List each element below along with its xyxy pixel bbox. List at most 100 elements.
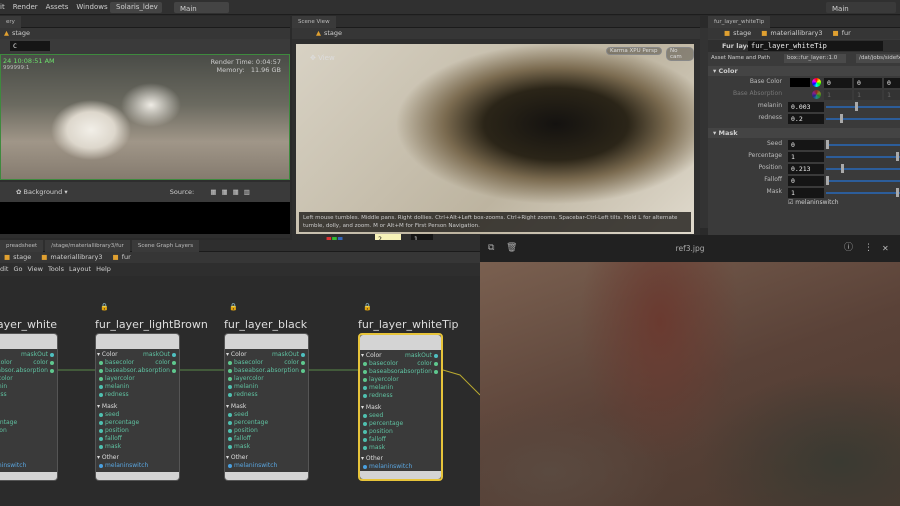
node-header[interactable] (225, 334, 308, 349)
asset-path-field[interactable]: /dat/jobs/sidefx (856, 54, 900, 63)
input-port[interactable]: melaninswitch (97, 462, 148, 470)
port-dot[interactable] (99, 368, 103, 373)
port-dot[interactable] (228, 463, 232, 468)
input-port[interactable]: layercolor (97, 375, 135, 383)
input-port[interactable]: layercolor (226, 375, 264, 383)
slider-knob[interactable] (826, 140, 829, 149)
vector-field[interactable]: 1 (824, 90, 852, 100)
node-fur_layer_white[interactable]: ▾ Colorbasecolorbaseabsor...layercolorme… (0, 333, 58, 481)
input-port[interactable]: redness (361, 392, 393, 400)
input-port[interactable]: mask (226, 443, 250, 451)
tab-scene-view[interactable]: Scene View (292, 16, 336, 28)
port-dot[interactable] (172, 352, 176, 357)
input-port[interactable]: basecolor (226, 359, 263, 367)
node-footer[interactable] (0, 472, 57, 480)
desktop-selector[interactable]: Solaris_ldev (110, 2, 162, 13)
path-stage[interactable]: ▲ stage (316, 29, 342, 37)
slider-knob[interactable] (896, 152, 899, 161)
port-dot[interactable] (228, 376, 232, 381)
port-dot[interactable] (363, 369, 367, 374)
param-slider[interactable] (826, 152, 900, 161)
param-slider[interactable] (826, 176, 900, 185)
node-fur_layer_whiteTip[interactable]: ▾ Color basecolor baseabsor... layercolor me… (358, 333, 443, 481)
input-port[interactable]: percentage (226, 419, 268, 427)
output-port[interactable]: absorption (138, 367, 178, 375)
menu-item[interactable]: Windows (76, 0, 107, 15)
port-dot[interactable] (363, 421, 367, 426)
port-dot[interactable] (228, 420, 232, 425)
color-section[interactable]: ▾ Color (708, 66, 900, 76)
viewport[interactable]: ✥ View Karma XPU Persp No cam Left mouse… (296, 44, 694, 234)
vector-field[interactable]: 0 (854, 78, 882, 88)
mask-section[interactable]: ▾ Mask (708, 128, 900, 138)
input-port[interactable]: seed (97, 411, 119, 419)
menu-item[interactable]: it (0, 0, 5, 15)
close-icon[interactable]: ✕ (882, 235, 889, 262)
input-port[interactable]: position (97, 427, 129, 435)
color-wheel-icon[interactable] (812, 78, 821, 87)
input-port[interactable]: melaninswitch (0, 462, 26, 470)
port-dot[interactable] (99, 412, 103, 417)
port-group-header[interactable]: ▾ Color (361, 352, 382, 360)
color-swatch[interactable] (790, 78, 810, 87)
port-group-header[interactable]: ▾ Color (226, 351, 247, 359)
port-dot[interactable] (228, 360, 232, 365)
menu-item[interactable]: Assets (46, 0, 69, 15)
node-footer[interactable] (360, 471, 441, 479)
input-port[interactable]: basecolor (97, 359, 134, 367)
input-port[interactable]: falloff (226, 435, 251, 443)
port-group-header[interactable]: ▾ Mask (97, 403, 117, 411)
tab-render-view[interactable]: ery (0, 16, 21, 28)
node-name-field[interactable]: fur_layer_whiteTip (748, 41, 883, 51)
path-stage[interactable]: ▲ stage (4, 29, 30, 37)
slider-knob[interactable] (896, 188, 899, 197)
port-dot[interactable] (363, 413, 367, 418)
slider-knob[interactable] (840, 114, 843, 123)
node-title[interactable]: fur_layer_whiteTip (358, 318, 459, 331)
input-port[interactable]: baseabsor... (226, 367, 270, 375)
input-port[interactable]: seed (226, 411, 248, 419)
port-dot[interactable] (172, 360, 176, 365)
vector-field[interactable]: 1 (884, 90, 900, 100)
port-group-header[interactable]: ▾ Other (361, 455, 383, 463)
param-slider[interactable] (826, 102, 900, 111)
camera-menu[interactable]: No cam (666, 47, 694, 61)
output-port[interactable]: maskOut (143, 351, 178, 359)
port-group-header[interactable]: ▾ Mask (361, 404, 381, 412)
input-port[interactable]: layercolor (0, 375, 13, 383)
slider-knob[interactable] (855, 102, 859, 111)
port-group-header[interactable]: ▾ Other (97, 454, 119, 462)
port-dot[interactable] (228, 436, 232, 441)
node-title[interactable]: fur_layer_black (224, 318, 307, 331)
lock-icon[interactable]: 🔒 (363, 303, 372, 311)
port-dot[interactable] (363, 385, 367, 390)
input-port[interactable]: melanin (226, 383, 258, 391)
output-port[interactable]: maskOut (272, 351, 307, 359)
output-port[interactable]: absorption (267, 367, 307, 375)
port-dot[interactable] (434, 353, 438, 358)
port-dot[interactable] (50, 368, 54, 373)
vector-field[interactable]: 0 (824, 78, 852, 88)
path-crumb[interactable]: ■ fur (833, 29, 851, 37)
param-field[interactable]: 0.213 (788, 164, 824, 174)
param-slider[interactable] (826, 140, 900, 149)
color-swatch[interactable] (790, 90, 810, 99)
layout-grid-icon[interactable]: ▦▦▦▥ (210, 188, 255, 196)
port-dot[interactable] (228, 444, 232, 449)
port-dot[interactable] (301, 368, 305, 373)
port-dot[interactable] (363, 445, 367, 450)
info-icon[interactable]: ⓘ (844, 235, 853, 262)
slider-knob[interactable] (840, 164, 844, 173)
lock-icon[interactable]: 🔒 (100, 303, 109, 311)
port-dot[interactable] (363, 377, 367, 382)
output-port[interactable]: color (284, 359, 307, 367)
input-port[interactable]: seed (361, 412, 383, 420)
input-port[interactable]: redness (97, 391, 129, 399)
background-dropdown[interactable]: ✿ Background ▾ (16, 188, 68, 196)
network-selector[interactable]: Main (174, 2, 229, 13)
node-footer[interactable] (96, 472, 179, 480)
node-title[interactable]: fur_layer_lightBrown (95, 318, 208, 331)
port-dot[interactable] (363, 464, 367, 469)
port-dot[interactable] (228, 368, 232, 373)
port-group-header[interactable]: ▾ Color (97, 351, 118, 359)
